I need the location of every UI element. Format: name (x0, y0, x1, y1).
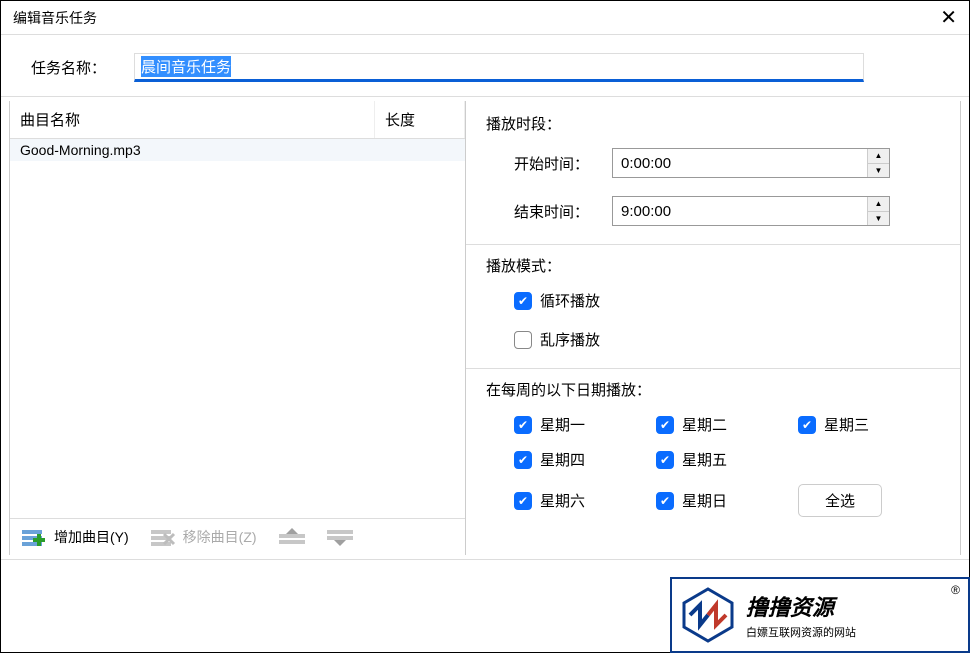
arrow-down-icon (327, 528, 353, 546)
move-up-button (275, 526, 309, 548)
fri-checkbox[interactable]: ✔ (656, 451, 674, 469)
wed-label: 星期三 (824, 414, 869, 435)
tue-label: 星期二 (682, 414, 727, 435)
col-track-name[interactable]: 曲目名称 (10, 101, 375, 138)
select-all-button[interactable]: 全选 (798, 484, 882, 517)
end-up-icon[interactable]: ▲ (868, 197, 889, 212)
sat-label: 星期六 (540, 490, 585, 511)
wed-checkbox[interactable]: ✔ (798, 416, 816, 434)
end-time-input[interactable]: ▲ ▼ (612, 196, 890, 226)
table-row[interactable]: Good-Morning.mp3 (10, 139, 465, 161)
start-time-label: 开始时间： (514, 153, 604, 174)
start-time-input[interactable]: ▲ ▼ (612, 148, 890, 178)
window-title: 编辑音乐任务 (13, 8, 97, 28)
start-up-icon[interactable]: ▲ (868, 149, 889, 164)
track-table-header: 曲目名称 长度 (10, 101, 465, 139)
play-period-label: 播放时段： (486, 113, 940, 134)
fri-label: 星期五 (682, 449, 727, 470)
mon-label: 星期一 (540, 414, 585, 435)
add-track-button[interactable]: 增加曲目(Y) (18, 525, 133, 549)
move-down-button (323, 526, 357, 548)
shuffle-checkbox[interactable] (514, 331, 532, 349)
col-track-length[interactable]: 长度 (375, 101, 465, 138)
sun-checkbox[interactable]: ✔ (656, 492, 674, 510)
watermark-reg: ® (951, 583, 960, 597)
weekdays-label: 在每周的以下日期播放： (486, 379, 940, 400)
tue-checkbox[interactable]: ✔ (656, 416, 674, 434)
task-name-input[interactable] (134, 53, 864, 82)
loop-checkbox[interactable]: ✔ (514, 292, 532, 310)
thu-label: 星期四 (540, 449, 585, 470)
end-down-icon[interactable]: ▼ (868, 212, 889, 226)
watermark-logo-icon (680, 587, 736, 643)
track-table-body[interactable]: Good-Morning.mp3 (10, 139, 465, 518)
mon-checkbox[interactable]: ✔ (514, 416, 532, 434)
loop-label: 循环播放 (540, 290, 600, 311)
watermark-title: 撸撸资源 (746, 590, 856, 622)
close-icon[interactable]: ✕ (940, 5, 957, 30)
arrow-up-icon (279, 528, 305, 546)
track-name-cell: Good-Morning.mp3 (20, 142, 375, 158)
remove-track-button: 移除曲目(Z) (147, 525, 261, 549)
watermark: 撸撸资源 白嫖互联网资源的网站 ® (670, 577, 970, 653)
watermark-subtitle: 白嫖互联网资源的网站 (746, 624, 856, 640)
task-name-label: 任务名称： (31, 57, 106, 78)
thu-checkbox[interactable]: ✔ (514, 451, 532, 469)
sun-label: 星期日 (682, 490, 727, 511)
shuffle-label: 乱序播放 (540, 329, 600, 350)
remove-icon (151, 528, 177, 546)
sat-checkbox[interactable]: ✔ (514, 492, 532, 510)
start-time-field[interactable] (613, 149, 867, 177)
add-icon (22, 528, 48, 546)
end-time-label: 结束时间： (514, 201, 604, 222)
play-mode-label: 播放模式： (486, 255, 940, 276)
end-time-field[interactable] (613, 197, 867, 225)
start-down-icon[interactable]: ▼ (868, 164, 889, 178)
